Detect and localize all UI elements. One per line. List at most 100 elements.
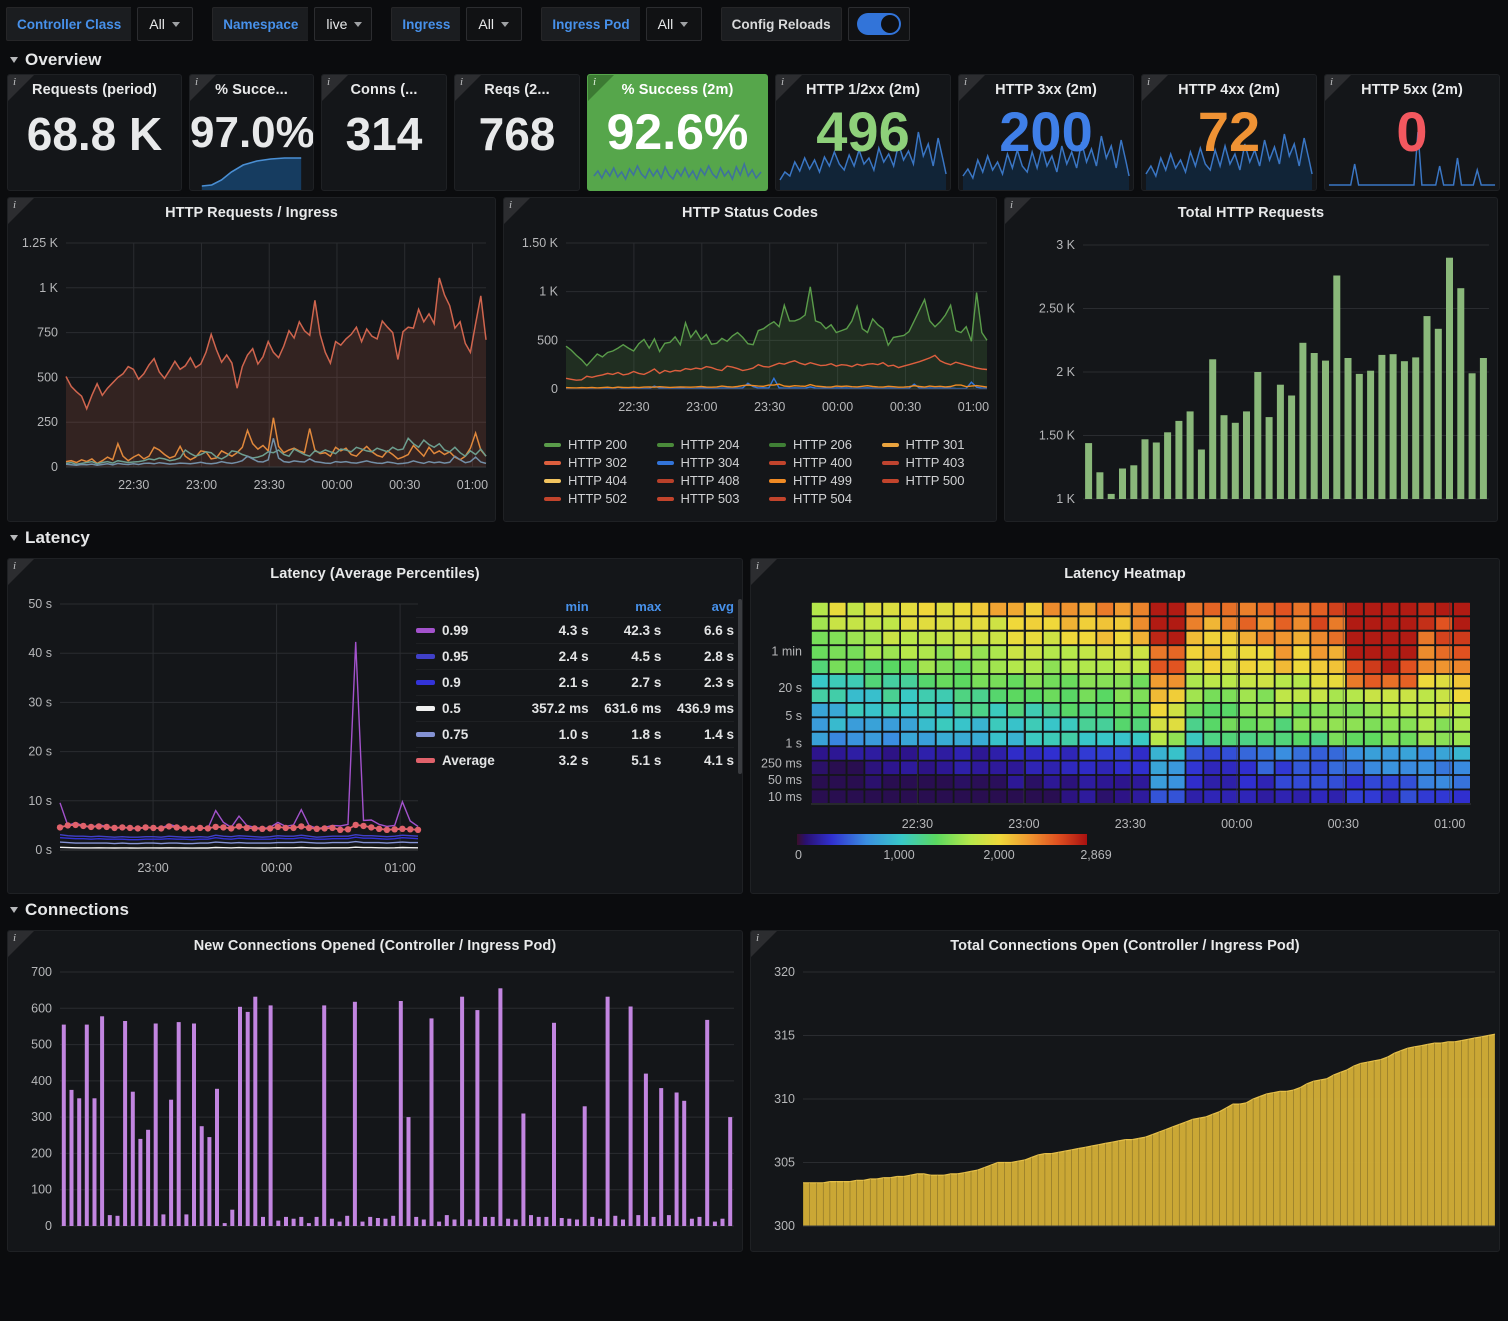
info-icon[interactable]: i bbox=[13, 932, 16, 944]
svg-text:1 K: 1 K bbox=[39, 281, 58, 295]
legend-item[interactable]: HTTP 206 bbox=[769, 437, 872, 452]
legend-color-swatch bbox=[416, 680, 442, 685]
legend-color-swatch bbox=[416, 732, 442, 737]
legend-scrollbar[interactable] bbox=[738, 599, 742, 774]
info-icon[interactable]: i bbox=[781, 76, 784, 88]
info-icon[interactable]: i bbox=[1330, 76, 1333, 88]
variable-ingress[interactable]: Ingress All bbox=[391, 7, 522, 41]
info-icon[interactable]: i bbox=[13, 199, 16, 211]
variable-controller-class[interactable]: Controller Class All bbox=[6, 7, 193, 41]
legend-item[interactable]: HTTP 504 bbox=[769, 491, 872, 506]
latency-max-value: 2.7 s bbox=[589, 675, 662, 690]
latency-col-min[interactable]: min bbox=[516, 599, 589, 614]
legend-item[interactable]: HTTP 499 bbox=[769, 473, 872, 488]
info-icon[interactable]: i bbox=[1010, 199, 1013, 211]
panel-new-connections[interactable]: i New Connections Opened (Controller / I… bbox=[7, 930, 743, 1252]
svg-text:1.25 K: 1.25 K bbox=[22, 236, 59, 250]
svg-text:1,000: 1,000 bbox=[883, 848, 914, 862]
latency-min-value: 2.1 s bbox=[516, 675, 589, 690]
svg-text:01:00: 01:00 bbox=[384, 861, 415, 875]
variable-value-ingress-pod[interactable]: All bbox=[646, 7, 702, 41]
info-icon[interactable]: i bbox=[195, 76, 198, 88]
legend-item[interactable]: HTTP 503 bbox=[657, 491, 760, 506]
info-icon[interactable]: i bbox=[756, 932, 759, 944]
legend-item[interactable]: HTTP 400 bbox=[769, 455, 872, 470]
variable-config-reloads[interactable]: Config Reloads bbox=[721, 7, 910, 41]
panel-total-http-requests[interactable]: i Total HTTP Requests 1 K1.50 K2 K2.50 K… bbox=[1004, 197, 1498, 522]
panel-http-requests-ingress[interactable]: i HTTP Requests / Ingress 02505007501 K1… bbox=[7, 197, 496, 522]
info-icon[interactable]: i bbox=[509, 199, 512, 211]
latency-legend-row[interactable]: 0.952.4 s4.5 s2.8 s bbox=[416, 643, 734, 669]
stat-panel-percent-success-period[interactable]: i % Succe... 97.0% bbox=[189, 74, 314, 191]
legend-item[interactable]: HTTP 408 bbox=[657, 473, 760, 488]
info-icon[interactable]: i bbox=[964, 76, 967, 88]
info-icon[interactable]: i bbox=[327, 76, 330, 88]
variable-ingress-pod[interactable]: Ingress Pod All bbox=[541, 7, 701, 41]
row-header-latency[interactable]: Latency bbox=[0, 522, 1508, 552]
panel-http-status-codes[interactable]: i HTTP Status Codes 05001 K1.50 K22:3023… bbox=[503, 197, 997, 522]
row-header-overview[interactable]: Overview bbox=[0, 44, 1508, 74]
variable-label-config-reloads: Config Reloads bbox=[721, 7, 842, 41]
latency-col-max[interactable]: max bbox=[589, 599, 662, 614]
legend-item[interactable]: HTTP 302 bbox=[544, 455, 647, 470]
svg-text:250: 250 bbox=[37, 415, 58, 429]
panel-title: Total HTTP Requests bbox=[1005, 198, 1497, 221]
variable-value-namespace[interactable]: live bbox=[314, 7, 372, 41]
legend-item[interactable]: HTTP 204 bbox=[657, 437, 760, 452]
svg-text:300: 300 bbox=[774, 1219, 795, 1233]
info-icon[interactable]: i bbox=[1147, 76, 1150, 88]
latency-legend-row[interactable]: 0.5357.2 ms631.6 ms436.9 ms bbox=[416, 695, 734, 721]
http-status-legend: HTTP 200 HTTP 204 HTTP 206 HTTP 301 HTTP 302… bbox=[504, 431, 996, 506]
legend-item[interactable]: HTTP 404 bbox=[544, 473, 647, 488]
latency-legend-row[interactable]: 0.751.0 s1.8 s1.4 s bbox=[416, 721, 734, 747]
stat-panel-requests-period[interactable]: i Requests (period) 68.8 K bbox=[7, 74, 182, 191]
config-reloads-toggle[interactable] bbox=[848, 7, 910, 41]
svg-text:50 ms: 50 ms bbox=[768, 773, 802, 787]
stat-panel-reqs[interactable]: i Reqs (2... 768 bbox=[454, 74, 580, 191]
svg-text:400: 400 bbox=[31, 1074, 52, 1088]
stat-panel-http-5xx[interactable]: i HTTP 5xx (2m) 0 bbox=[1324, 74, 1500, 191]
info-icon[interactable]: i bbox=[460, 76, 463, 88]
info-icon[interactable]: i bbox=[756, 560, 759, 572]
svg-text:01:00: 01:00 bbox=[1434, 817, 1465, 831]
stat-panel-http-4xx[interactable]: i HTTP 4xx (2m) 72 bbox=[1141, 74, 1317, 191]
variable-value-controller-class[interactable]: All bbox=[137, 7, 193, 41]
variable-namespace[interactable]: Namespace live bbox=[212, 7, 372, 41]
latency-legend-row[interactable]: Average3.2 s5.1 s4.1 s bbox=[416, 747, 734, 773]
legend-item[interactable]: HTTP 500 bbox=[882, 473, 985, 488]
stat-panel-percent-success-2m[interactable]: i % Success (2m) 92.6% bbox=[587, 74, 768, 191]
legend-item[interactable]: HTTP 403 bbox=[882, 455, 985, 470]
legend-item[interactable]: HTTP 301 bbox=[882, 437, 985, 452]
latency-avg-value: 4.1 s bbox=[661, 753, 734, 768]
stat-panel-conns[interactable]: i Conns (... 314 bbox=[321, 74, 447, 191]
legend-item[interactable]: HTTP 200 bbox=[544, 437, 647, 452]
latency-legend-row[interactable]: 0.994.3 s42.3 s6.6 s bbox=[416, 617, 734, 643]
latency-col-avg[interactable]: avg bbox=[661, 599, 734, 614]
row-header-connections[interactable]: Connections bbox=[0, 894, 1508, 924]
info-icon[interactable]: i bbox=[13, 76, 16, 88]
info-icon[interactable]: i bbox=[593, 76, 596, 88]
legend-color-swatch bbox=[416, 628, 442, 633]
legend-item[interactable]: HTTP 304 bbox=[657, 455, 760, 470]
toggle-track[interactable] bbox=[857, 13, 901, 35]
stat-panel-http-1-2xx[interactable]: i HTTP 1/2xx (2m) 496 bbox=[775, 74, 951, 191]
chart-http-requests-ingress: 02505007501 K1.25 K22:3023:0023:3000:000… bbox=[8, 221, 496, 516]
svg-text:1 s: 1 s bbox=[785, 736, 802, 750]
legend-label: HTTP 403 bbox=[906, 455, 965, 470]
panel-latency-heatmap[interactable]: i Latency Heatmap 10 ms50 ms250 ms1 s5 s… bbox=[750, 558, 1500, 894]
stat-panel-http-3xx[interactable]: i HTTP 3xx (2m) 200 bbox=[958, 74, 1134, 191]
legend-color-swatch bbox=[544, 443, 561, 447]
panel-total-connections[interactable]: i Total Connections Open (Controller / I… bbox=[750, 930, 1500, 1252]
variable-label-ingress-pod: Ingress Pod bbox=[541, 7, 639, 41]
legend-item[interactable]: HTTP 502 bbox=[544, 491, 647, 506]
legend-label: HTTP 206 bbox=[793, 437, 852, 452]
latency-legend-row[interactable]: 0.92.1 s2.7 s2.3 s bbox=[416, 669, 734, 695]
stat-value: 314 bbox=[322, 109, 446, 160]
chart-latency-heatmap: 10 ms50 ms250 ms1 s5 s20 s1 min22:3023:0… bbox=[751, 582, 1500, 882]
variable-value-ingress[interactable]: All bbox=[466, 7, 522, 41]
svg-text:2,000: 2,000 bbox=[983, 848, 1014, 862]
panel-latency-percentiles[interactable]: i Latency (Average Percentiles) 0 s10 s2… bbox=[7, 558, 743, 894]
info-icon[interactable]: i bbox=[13, 560, 16, 572]
panel-info-corner bbox=[1142, 75, 1168, 101]
latency-series-name: 0.95 bbox=[442, 649, 516, 664]
